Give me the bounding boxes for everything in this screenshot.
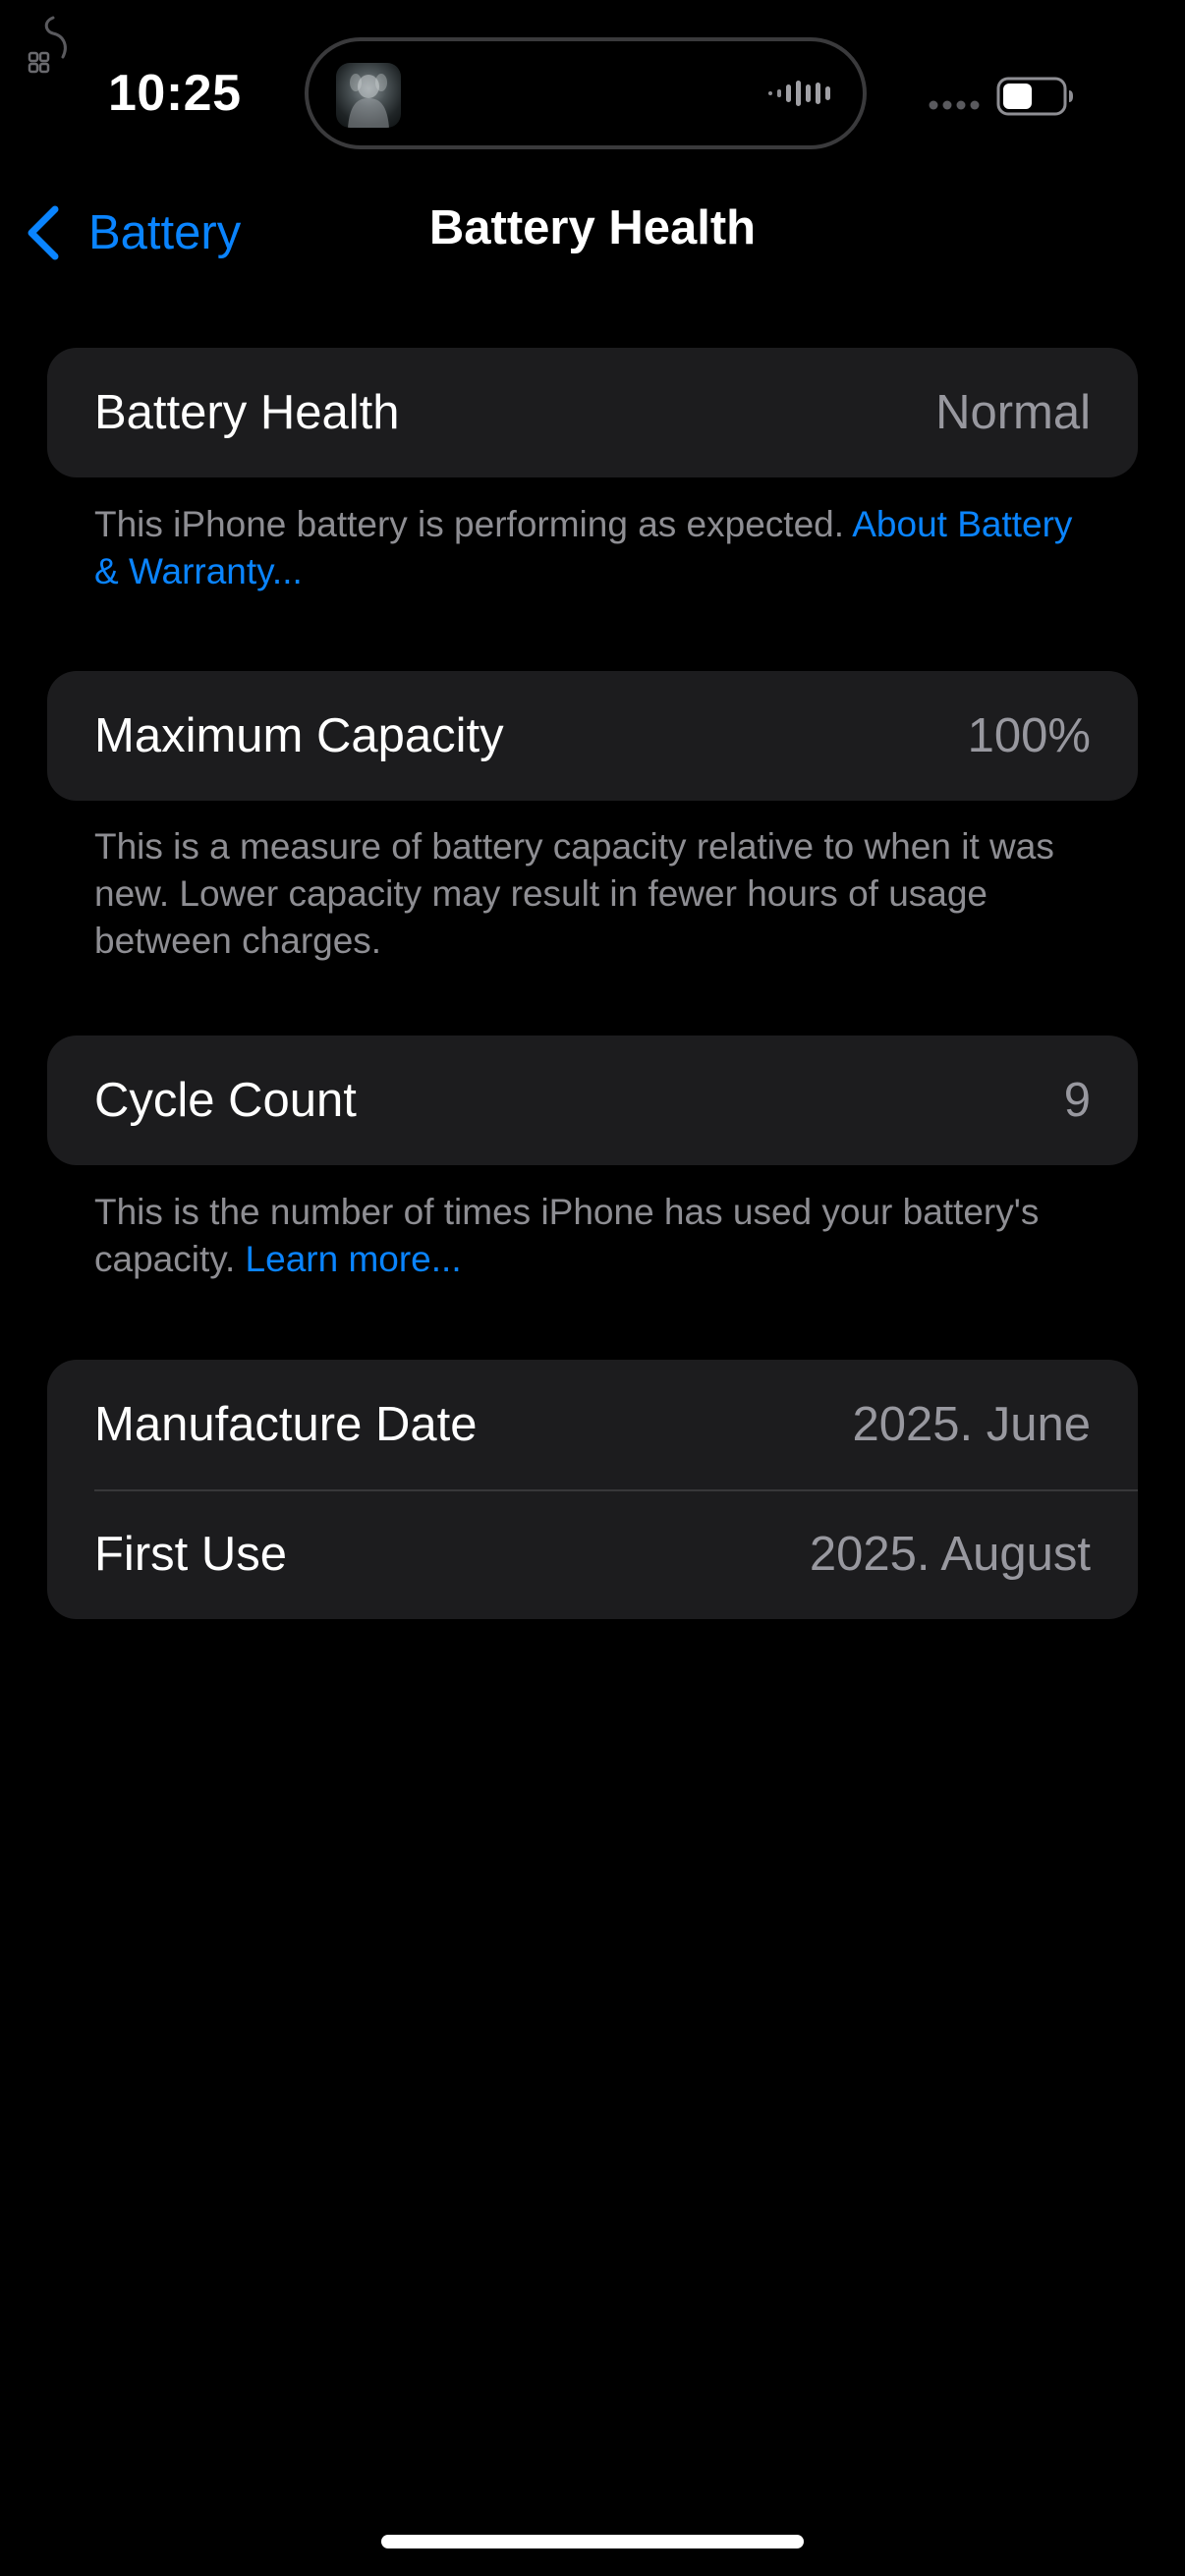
first-use-label: First Use (94, 1528, 287, 1581)
maximum-capacity-row: Maximum Capacity 100% (47, 671, 1138, 801)
album-art-icon (336, 63, 401, 128)
battery-fill (1003, 84, 1032, 109)
first-use-value: 2025. August (809, 1528, 1091, 1581)
battery-health-footer-text: This iPhone battery is performing as exp… (94, 504, 853, 544)
cycle-count-row: Cycle Count 9 (47, 1036, 1138, 1165)
battery-health-row: Battery Health Normal (47, 348, 1138, 477)
dynamic-island[interactable] (305, 37, 867, 149)
cycle-count-group: Cycle Count 9 (47, 1036, 1138, 1165)
page-title: Battery Health (428, 201, 757, 254)
battery-health-value: Normal (935, 386, 1091, 439)
home-indicator[interactable] (381, 2535, 804, 2548)
status-bar: 10:25 (0, 0, 1185, 187)
battery-health-footer: This iPhone battery is performing as exp… (94, 501, 1097, 595)
maximum-capacity-label: Maximum Capacity (94, 709, 504, 762)
maximum-capacity-footer: This is a measure of battery capacity re… (94, 823, 1097, 965)
first-use-row: First Use 2025. August (47, 1489, 1138, 1619)
learn-more-link[interactable]: Learn more... (246, 1239, 462, 1279)
battery-health-label: Battery Health (94, 386, 400, 439)
status-time: 10:25 (108, 65, 242, 122)
audio-waveform-icon (768, 81, 830, 106)
cycle-count-label: Cycle Count (94, 1074, 357, 1127)
cellular-dots-icon (929, 100, 980, 110)
maximum-capacity-value: 100% (967, 709, 1091, 762)
assistive-touch-icon[interactable] (24, 10, 73, 79)
manufacture-date-label: Manufacture Date (94, 1398, 478, 1451)
battery-dates-group: Manufacture Date 2025. June First Use 20… (47, 1360, 1138, 1619)
maximum-capacity-footer-text: This is a measure of battery capacity re… (94, 826, 1054, 961)
manufacture-date-value: 2025. June (852, 1398, 1092, 1451)
battery-health-group: Battery Health Normal (47, 348, 1138, 477)
manufacture-date-row: Manufacture Date 2025. June (47, 1360, 1138, 1489)
navigation-bar: Battery Battery Health (0, 187, 1185, 275)
cycle-count-value: 9 (1063, 1074, 1091, 1127)
cycle-count-footer-text: This is the number of times iPhone has u… (94, 1192, 1040, 1279)
maximum-capacity-group: Maximum Capacity 100% (47, 671, 1138, 801)
battery-icon (996, 77, 1073, 116)
cycle-count-footer: This is the number of times iPhone has u… (94, 1189, 1097, 1283)
